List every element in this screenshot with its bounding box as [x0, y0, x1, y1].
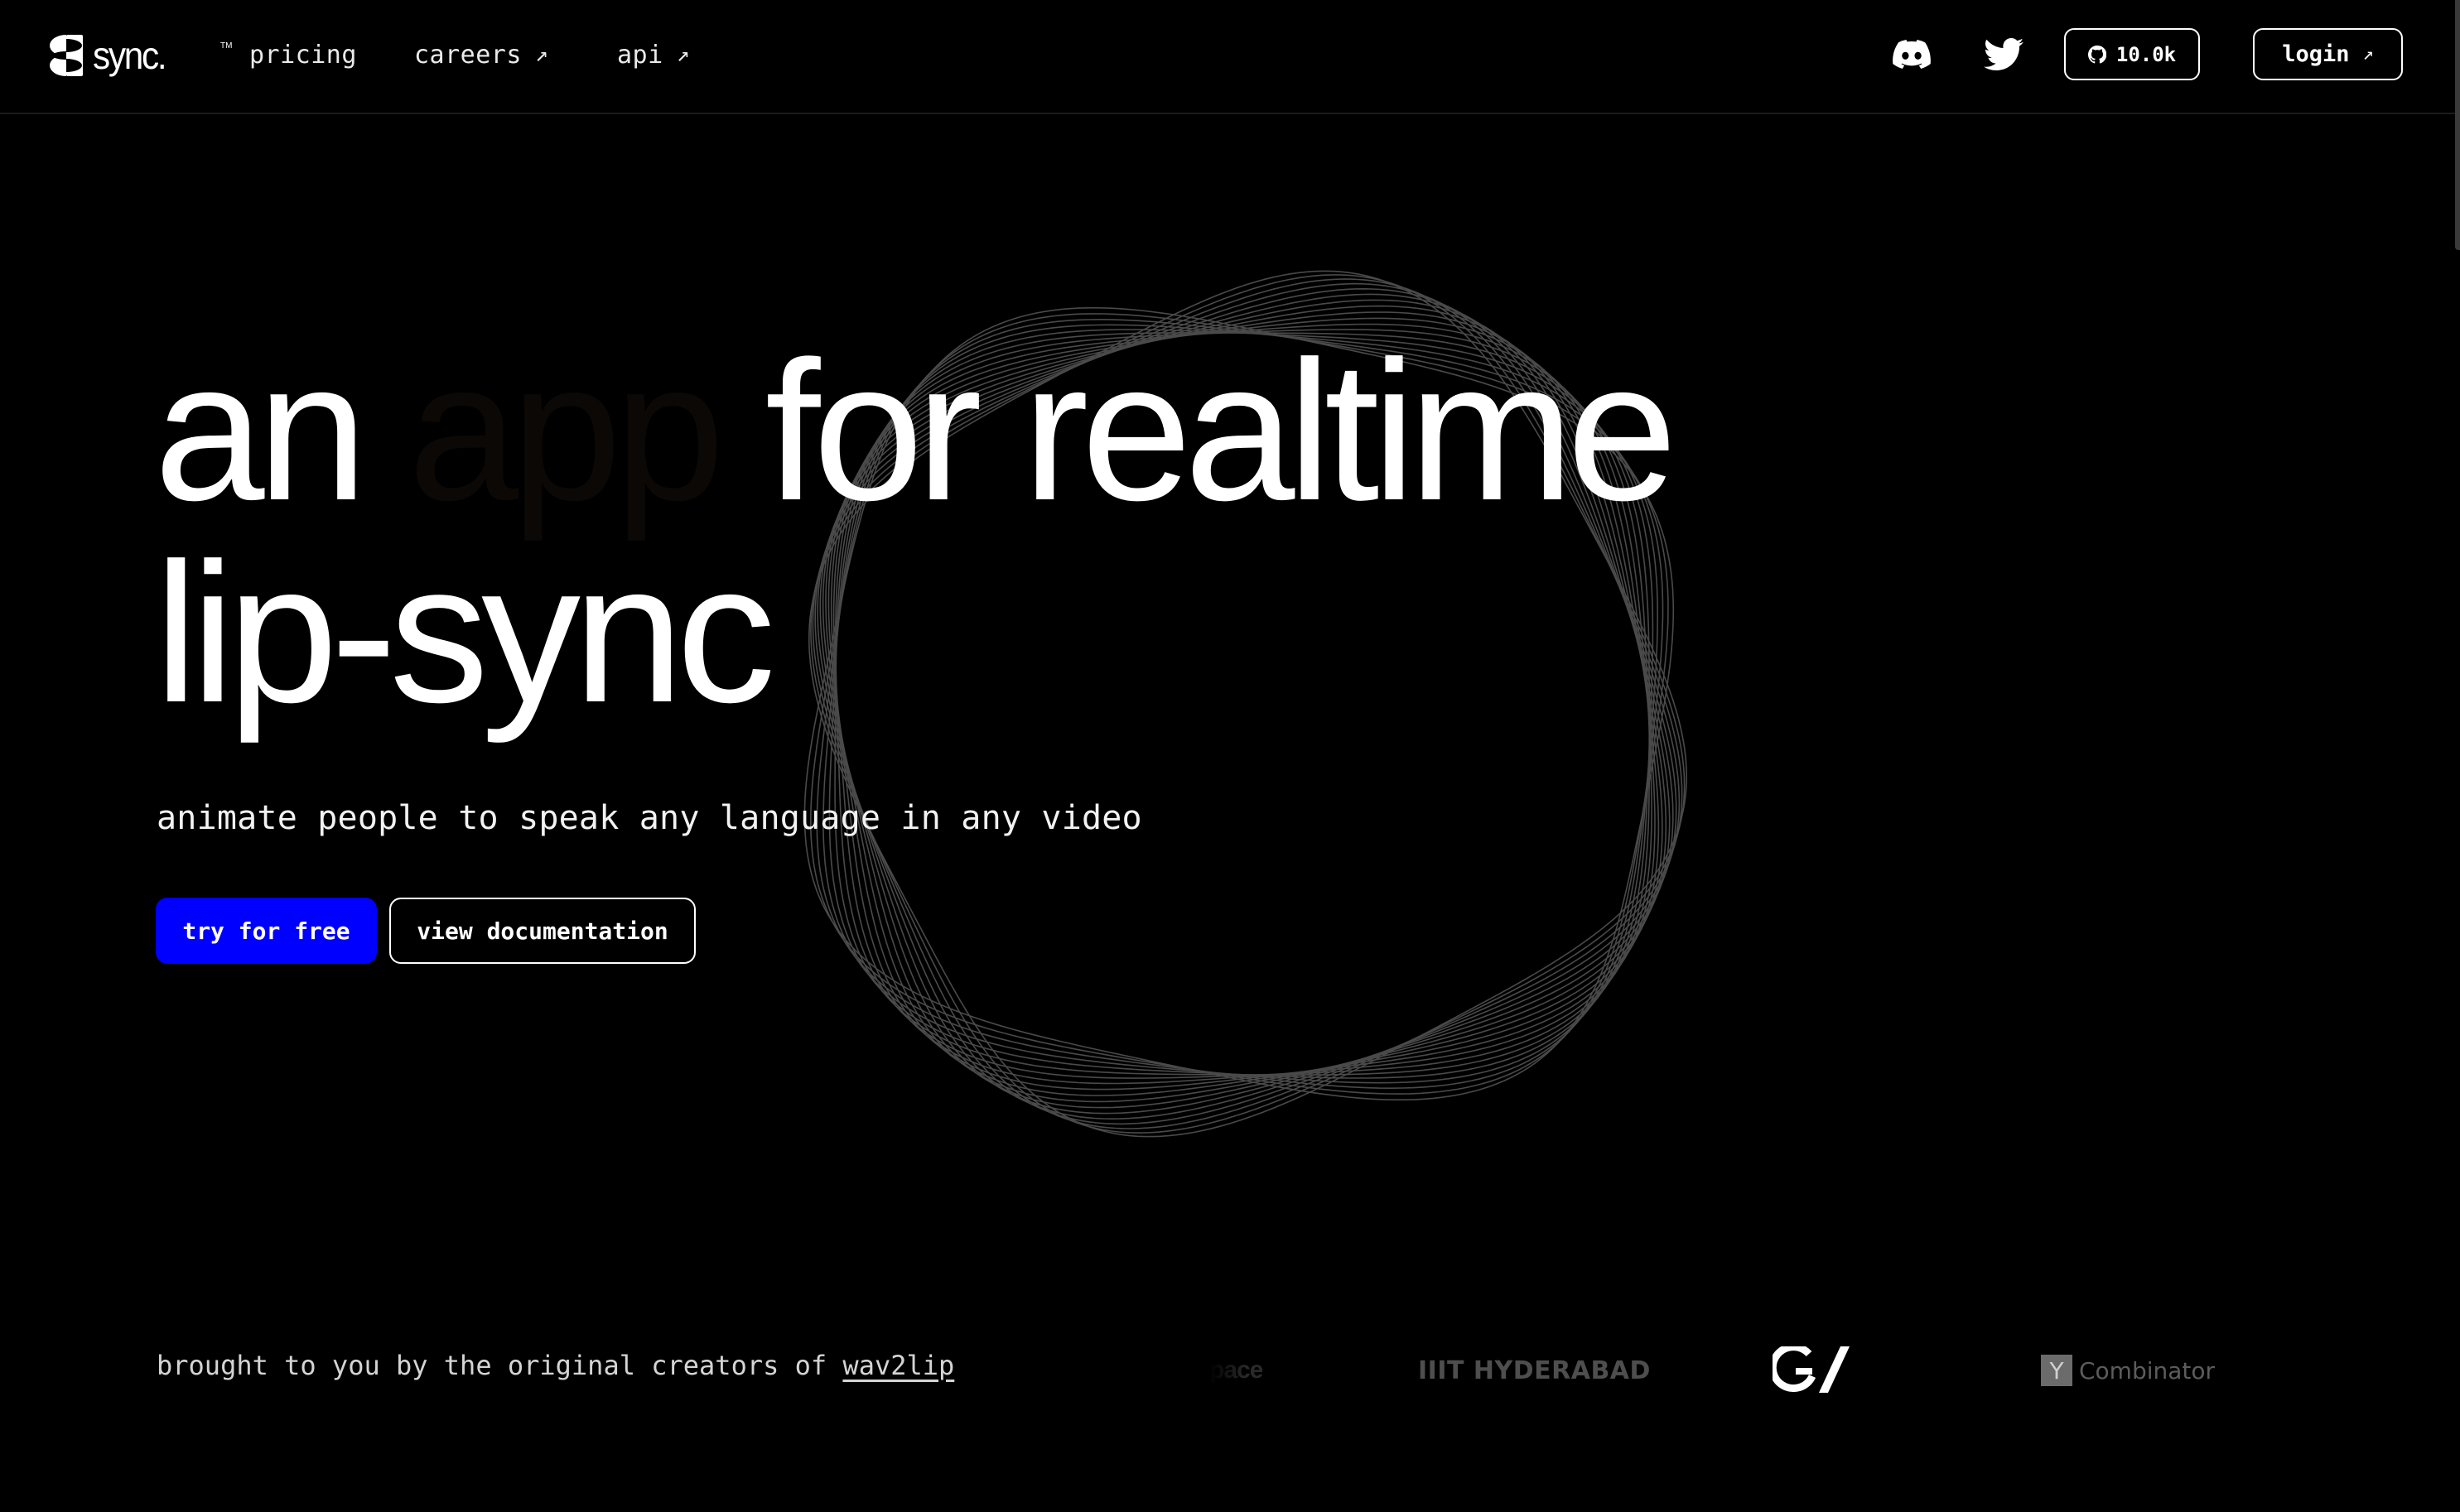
external-arrow-icon: ↗: [534, 42, 549, 67]
brand-name: sync.: [93, 34, 167, 77]
scrollbar-thumb[interactable]: [2455, 0, 2460, 250]
view-documentation-button[interactable]: view documentation: [389, 898, 696, 964]
github-stars-button[interactable]: 10.0k: [2064, 28, 2200, 80]
nav-link-label: pricing: [249, 40, 357, 70]
top-nav: sync. TM pricing careers ↗ api ↗ 10.0k l…: [0, 0, 2455, 114]
hero-subtitle: animate people to speak any language in …: [157, 799, 1142, 837]
wav2lip-link[interactable]: wav2lip: [842, 1350, 954, 1381]
yc-wordmark: Combinator: [2079, 1356, 2216, 1384]
nav-link-careers[interactable]: careers ↗: [414, 36, 548, 73]
discord-icon: [1893, 40, 1931, 69]
page-scrollbar[interactable]: [2455, 0, 2460, 1512]
discord-link[interactable]: [1892, 38, 1932, 71]
nav-link-label: careers: [414, 40, 522, 70]
sync-logo-icon: [50, 35, 83, 76]
twitter-icon: [1984, 38, 2023, 70]
headline-word-app-dimmed: app: [408, 320, 725, 542]
twitter-link[interactable]: [1983, 36, 2024, 73]
hero-headline: an app for realtime lip-sync: [154, 330, 1677, 734]
partner-logo-y-combinator: Y Combinator: [2041, 1333, 2215, 1408]
headline-word-for-realtime: for realtime: [765, 320, 1677, 542]
partner-logo-text: IIIT HYDERABAD: [1418, 1356, 1651, 1385]
nav-link-pricing[interactable]: pricing: [249, 36, 357, 73]
credits-text: brought to you by the original creators …: [157, 1350, 827, 1381]
credits-line: brought to you by the original creators …: [157, 1350, 954, 1381]
headline-word-an: an: [154, 320, 368, 542]
try-for-free-button[interactable]: try for free: [156, 898, 377, 964]
login-label: login: [2282, 41, 2350, 67]
partner-logo-iiit-hyderabad: IIIT HYDERABAD: [1418, 1333, 1651, 1408]
partner-logo-gv: [1773, 1333, 1850, 1408]
trademark-mark: TM: [220, 41, 233, 51]
github-icon: [2087, 45, 2106, 63]
external-arrow-icon: ↗: [676, 42, 690, 67]
github-stars-count: 10.0k: [2115, 42, 2177, 66]
headline-line-lip-sync: lip-sync: [154, 522, 776, 744]
external-arrow-icon: ↗: [2362, 44, 2374, 65]
nav-link-api[interactable]: api ↗: [617, 36, 690, 73]
yc-mark: Y: [2041, 1355, 2072, 1386]
login-button[interactable]: login ↗: [2253, 28, 2403, 80]
gv-logo-icon: [1773, 1346, 1850, 1393]
partner-logo-faded: pace: [1209, 1333, 1263, 1408]
nav-link-label: api: [617, 40, 663, 70]
brand-logo[interactable]: sync. TM: [48, 31, 232, 79]
partner-logos-strip: pace IIIT HYDERABAD Y Combinator: [1176, 1333, 2253, 1408]
partner-logo-text: pace: [1209, 1356, 1263, 1384]
